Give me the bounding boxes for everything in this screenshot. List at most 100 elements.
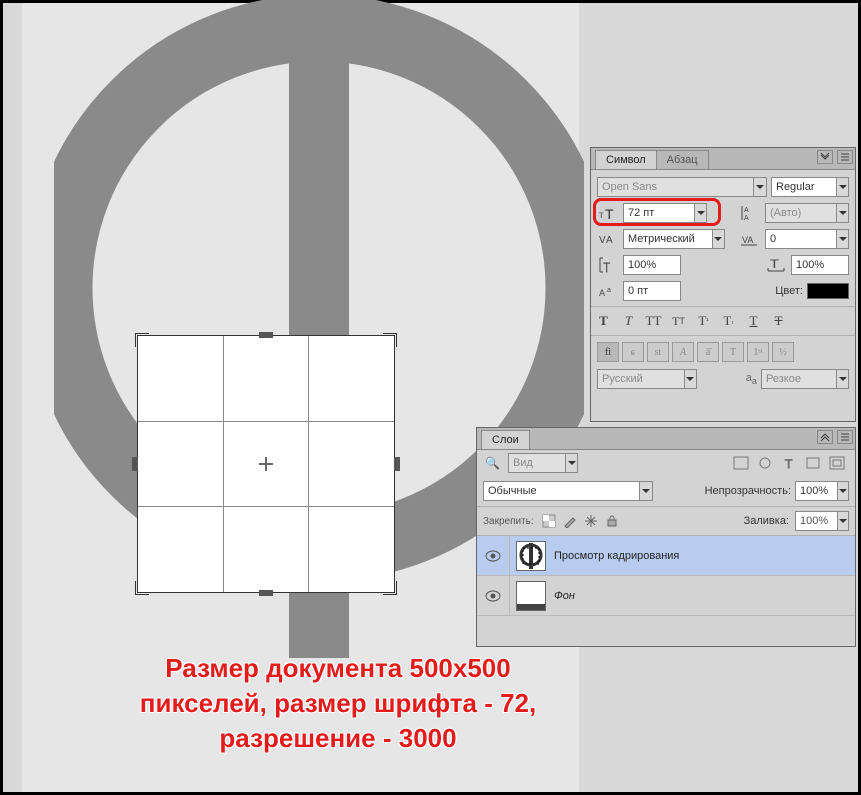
underline-button[interactable]: T — [743, 311, 764, 331]
layer-name[interactable]: Просмотр кадрирования — [554, 550, 679, 562]
font-size-icon: тT — [597, 205, 619, 221]
filter-type-icon[interactable]: T — [779, 454, 799, 472]
panel-menu-icon[interactable] — [837, 150, 853, 164]
tracking-dd[interactable] — [836, 230, 848, 248]
filter-shape-icon[interactable] — [803, 454, 823, 472]
layers-list: Просмотр кадрирования Фон — [477, 536, 855, 616]
leading-dd[interactable] — [836, 204, 848, 222]
vscale-field[interactable] — [624, 259, 680, 271]
tab-paragraph[interactable]: Абзац — [656, 150, 709, 169]
font-family-field[interactable] — [598, 181, 753, 193]
panel-tabs: Символ Абзац — [591, 148, 855, 170]
svg-text:a: a — [607, 287, 611, 294]
opacity-dd[interactable] — [837, 482, 848, 500]
annotation-line: разрешение - 3000 — [73, 721, 603, 756]
panel-collapse-icon[interactable] — [817, 150, 833, 164]
hscale-field[interactable] — [792, 259, 848, 271]
crop-handle-tl[interactable] — [135, 333, 149, 347]
kerning-field[interactable] — [624, 233, 712, 245]
font-style-field[interactable] — [772, 181, 836, 193]
ot-contextual-button[interactable]: ɕ — [622, 342, 644, 362]
tab-layers[interactable]: Слои — [481, 430, 530, 449]
tab-character[interactable]: Символ — [595, 150, 657, 169]
ot-swash-button[interactable]: A — [672, 342, 694, 362]
ot-ligatures-button[interactable]: fi — [597, 342, 619, 362]
font-family-dd[interactable] — [753, 178, 766, 196]
allcaps-button[interactable]: TT — [643, 311, 664, 331]
hscale-icon: T — [765, 257, 787, 273]
superscript-button[interactable]: T¹ — [693, 311, 714, 331]
svg-text:A: A — [744, 215, 749, 221]
layer-thumbnail[interactable] — [516, 541, 546, 571]
kerning-dd[interactable] — [712, 230, 724, 248]
annotation-line: Размер документа 500х500 — [73, 651, 603, 686]
filter-smart-icon[interactable] — [827, 454, 847, 472]
font-size-field[interactable] — [624, 207, 694, 219]
layers-panel-tabs: Слои — [477, 428, 855, 450]
visibility-toggle-icon[interactable] — [477, 590, 509, 602]
svg-text:A: A — [744, 207, 749, 214]
svg-text:T: T — [785, 457, 793, 470]
annotation-text: Размер документа 500х500 пикселей, разме… — [73, 651, 603, 756]
kerning-icon: VA — [597, 231, 619, 247]
svg-text:A: A — [599, 288, 605, 298]
crop-handle-t[interactable] — [259, 332, 273, 338]
crop-handle-r[interactable] — [394, 457, 400, 471]
ot-fractions-button[interactable]: ½ — [772, 342, 794, 362]
italic-button[interactable]: T — [618, 311, 639, 331]
lock-transparent-icon[interactable] — [540, 513, 558, 529]
language-field[interactable] — [598, 373, 684, 385]
layer-filter-kind[interactable] — [509, 457, 566, 469]
fill-dd[interactable] — [837, 512, 848, 530]
font-size-dd[interactable] — [694, 204, 706, 222]
layer-row[interactable]: Просмотр кадрирования — [477, 536, 855, 576]
crop-handle-l[interactable] — [132, 457, 138, 471]
crop-handle-tr[interactable] — [383, 333, 397, 347]
antialias-field[interactable] — [762, 373, 836, 385]
ot-ordinals-button[interactable]: 1ˢᵗ — [747, 342, 769, 362]
bold-button[interactable]: T — [593, 311, 614, 331]
baseline-icon: Aa — [597, 283, 619, 299]
svg-text:T: T — [770, 257, 780, 271]
ot-discretionary-button[interactable]: st — [647, 342, 669, 362]
layer-name[interactable]: Фон — [554, 590, 575, 602]
subscript-button[interactable]: T₁ — [718, 311, 739, 331]
font-style-dd[interactable] — [836, 178, 848, 196]
antialias-dd[interactable] — [836, 370, 848, 388]
layers-menu-icon[interactable] — [837, 430, 853, 444]
blend-mode-field[interactable] — [484, 485, 639, 497]
filter-pixel-icon[interactable] — [731, 454, 751, 472]
layer-row[interactable]: Фон — [477, 576, 855, 616]
ot-titling-button[interactable]: T — [722, 342, 744, 362]
layer-filter-dd[interactable] — [565, 454, 577, 472]
strikethrough-button[interactable]: T — [768, 311, 789, 331]
svg-text:A: A — [606, 235, 613, 246]
svg-text:т: т — [599, 210, 604, 221]
leading-field[interactable] — [766, 207, 836, 219]
layers-collapse-icon[interactable] — [817, 430, 833, 444]
ot-stylistic-button[interactable]: ā̄ — [697, 342, 719, 362]
opacity-field[interactable] — [796, 485, 837, 497]
crop-handle-bl[interactable] — [135, 581, 149, 595]
color-label: Цвет: — [775, 285, 803, 297]
text-color-swatch[interactable] — [807, 283, 849, 299]
opacity-label: Непрозрачность: — [705, 485, 791, 497]
blend-mode-dd[interactable] — [639, 482, 652, 500]
layer-thumbnail[interactable] — [516, 581, 546, 611]
fill-field[interactable] — [796, 515, 837, 527]
baseline-field[interactable] — [624, 285, 680, 297]
crop-handle-br[interactable] — [383, 581, 397, 595]
tracking-field[interactable] — [766, 233, 836, 245]
lock-position-icon[interactable] — [582, 513, 600, 529]
smallcaps-button[interactable]: TT — [668, 311, 689, 331]
layers-panel: Слои 🔍 T Непрозрачность: Закрепить: — [476, 427, 856, 647]
lock-label: Закрепить: — [483, 516, 534, 527]
tracking-icon: VA — [739, 231, 761, 247]
lock-pixels-icon[interactable] — [561, 513, 579, 529]
language-dd[interactable] — [684, 370, 696, 388]
crop-handle-b[interactable] — [259, 590, 273, 596]
visibility-toggle-icon[interactable] — [477, 550, 509, 562]
crop-box[interactable] — [137, 335, 395, 593]
lock-all-icon[interactable] — [603, 513, 621, 529]
filter-adjustment-icon[interactable] — [755, 454, 775, 472]
